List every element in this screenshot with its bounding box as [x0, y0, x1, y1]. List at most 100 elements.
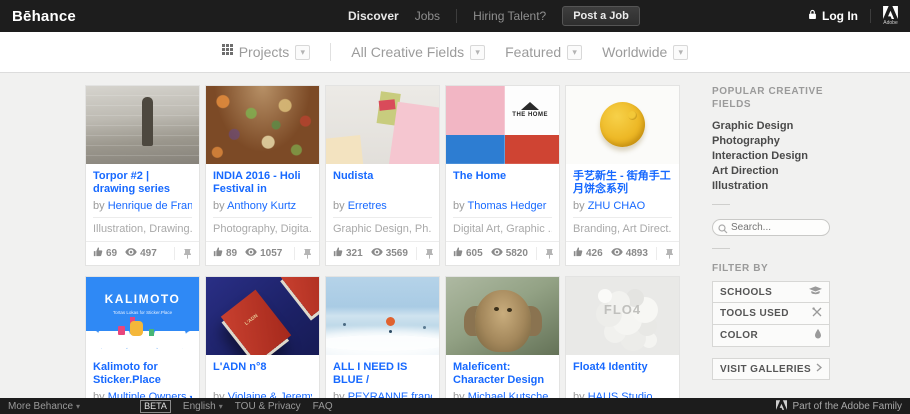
save-pin-icon[interactable]	[656, 247, 674, 260]
by-label: by	[93, 200, 105, 212]
author-link[interactable]: ZHU CHAO	[588, 200, 645, 212]
project-card: KALIMOTO Tortas Lokas for Sticker.Place …	[85, 276, 200, 414]
author-link[interactable]: Thomas Hedger	[467, 200, 546, 212]
search-icon	[718, 221, 728, 239]
project-cover[interactable]: L'ADN	[206, 277, 319, 355]
appreciations-count: 321	[346, 248, 363, 259]
projects-dropdown[interactable]: Projects	[222, 44, 311, 60]
hiring-talent-link[interactable]: Hiring Talent?	[473, 9, 546, 23]
by-label: by	[333, 200, 345, 212]
schools-label: SCHOOLS	[720, 287, 772, 298]
lock-icon	[808, 9, 817, 23]
filter-tools-button[interactable]: TOOLS USED	[712, 302, 830, 325]
chevron-down-icon[interactable]	[567, 45, 582, 60]
adobe-logo[interactable]: Adobe	[883, 6, 898, 26]
project-cover[interactable]	[326, 277, 439, 355]
project-cover[interactable]	[566, 86, 679, 164]
save-pin-icon[interactable]	[294, 247, 312, 260]
by-label: by	[453, 200, 465, 212]
worldwide-dropdown[interactable]: Worldwide	[602, 44, 688, 60]
visit-galleries-button[interactable]: VISIT GALLERIES	[712, 358, 830, 380]
chevron-down-icon[interactable]	[470, 45, 485, 60]
worldwide-label: Worldwide	[602, 44, 667, 60]
views-icon	[611, 248, 623, 259]
project-fields-link[interactable]: Illustration, Drawing...	[93, 218, 192, 241]
project-fields-link[interactable]: Digital Art, Graphic ...	[453, 218, 552, 241]
popular-field-link[interactable]: Art Direction	[712, 165, 830, 177]
more-behance-dropdown[interactable]: More Behance	[8, 401, 80, 412]
chevron-down-icon[interactable]	[295, 45, 310, 60]
project-title-link[interactable]: Float4 Identity	[573, 361, 672, 388]
filter-color-button[interactable]: COLOR	[712, 324, 830, 347]
project-cover[interactable]: KALIMOTO Tortas Lokas for Sticker.Place	[86, 277, 199, 355]
project-title-link[interactable]: ALL I NEED IS BLUE / PHOTOGRAPHIE	[333, 361, 432, 388]
author-link[interactable]: Henrique de França	[108, 200, 192, 212]
project-info: Nudista by Erretres Graphic Design, Ph..…	[326, 164, 439, 265]
project-title-link[interactable]: L'ADN n°8	[213, 361, 312, 388]
cover-text: FLO4	[566, 302, 679, 317]
project-author-row: by Erretres	[333, 197, 432, 218]
project-fields-link[interactable]: Branding, Art Direct...	[573, 218, 672, 241]
project-card: INDIA 2016 - Holi Festival in by Anthony…	[205, 85, 320, 266]
project-title-link[interactable]: INDIA 2016 - Holi Festival in	[213, 170, 312, 197]
language-dropdown[interactable]: English	[183, 401, 223, 412]
author-link[interactable]: Anthony Kurtz	[227, 200, 296, 212]
jobs-link[interactable]: Jobs	[415, 9, 440, 23]
save-pin-icon[interactable]	[416, 247, 434, 260]
project-cover[interactable]: FLO4	[566, 277, 679, 355]
views-count: 3569	[386, 248, 408, 259]
cover-subtext: Tortas Lokas for Sticker.Place	[86, 310, 199, 315]
ink-drop-icon	[814, 329, 822, 342]
log-in-label: Log In	[822, 9, 858, 23]
log-in-button[interactable]: Log In	[808, 9, 858, 23]
filter-schools-button[interactable]: SCHOOLS	[712, 281, 830, 303]
project-title-link[interactable]: The Home	[453, 170, 552, 197]
project-title-link[interactable]: Torpor #2 | drawing series	[93, 170, 192, 197]
popular-field-link[interactable]: Photography	[712, 135, 830, 147]
project-cover[interactable]: THE HOME	[446, 86, 559, 164]
behance-logo[interactable]: Bēhance	[12, 8, 76, 25]
post-a-job-button[interactable]: Post a Job	[562, 6, 640, 26]
save-pin-icon[interactable]	[536, 247, 554, 260]
project-title-link[interactable]: 手艺新生 - 街角手工月饼念系列	[573, 170, 672, 197]
chevron-down-icon[interactable]	[673, 45, 688, 60]
views-count: 4893	[626, 248, 648, 259]
popular-field-link[interactable]: Graphic Design	[712, 120, 830, 132]
project-cover[interactable]	[326, 86, 439, 164]
discover-link[interactable]: Discover	[348, 9, 399, 23]
appreciations-icon	[333, 247, 343, 260]
appreciations-icon	[93, 247, 103, 260]
cover-text: L'ADN	[244, 313, 260, 327]
popular-field-link[interactable]: Interaction Design	[712, 150, 830, 162]
project-title-link[interactable]: Kalimoto for Sticker.Place	[93, 361, 192, 388]
bottom-bar: More Behance BETA English TOU & Privacy …	[0, 398, 910, 414]
project-stats: 89 1057	[206, 241, 319, 265]
author-link[interactable]: Erretres	[348, 200, 387, 212]
popular-field-link[interactable]: Illustration	[712, 180, 830, 192]
project-cover[interactable]	[446, 277, 559, 355]
project-fields-link[interactable]: Photography, Digita...	[213, 218, 312, 241]
project-card: Nudista by Erretres Graphic Design, Ph..…	[325, 85, 440, 266]
cover-text: KALIMOTO	[86, 292, 199, 306]
project-title-link[interactable]: Nudista	[333, 170, 432, 197]
behance-page: Bēhance Discover Jobs Hiring Talent? Pos…	[0, 0, 910, 414]
popular-fields-list: Graphic Design Photography Interaction Des…	[712, 120, 830, 192]
tou-privacy-link[interactable]: TOU & Privacy	[235, 401, 301, 412]
tools-icon	[812, 307, 822, 320]
project-stats: 321 3569	[326, 241, 439, 265]
featured-dropdown[interactable]: Featured	[505, 44, 582, 60]
save-pin-icon[interactable]	[174, 247, 192, 260]
views-icon	[125, 248, 137, 259]
search-input[interactable]	[712, 219, 830, 236]
project-card: L'ADN L'ADN n°8 by Violaine & Jeremy Art…	[205, 276, 320, 414]
project-cover[interactable]	[206, 86, 319, 164]
views-count: 497	[140, 248, 157, 259]
creative-fields-dropdown[interactable]: All Creative Fields	[351, 44, 485, 60]
project-fields-link[interactable]: Graphic Design, Ph...	[333, 218, 432, 241]
project-info: Torpor #2 | drawing series by Henrique d…	[86, 164, 199, 265]
project-title-link[interactable]: Maleficent: Character Design	[453, 361, 552, 388]
project-cover[interactable]	[86, 86, 199, 164]
faq-link[interactable]: FAQ	[313, 401, 333, 412]
project-author-row: by Henrique de França	[93, 197, 192, 218]
filter-nav: Projects All Creative Fields Featured Wo…	[0, 32, 910, 73]
